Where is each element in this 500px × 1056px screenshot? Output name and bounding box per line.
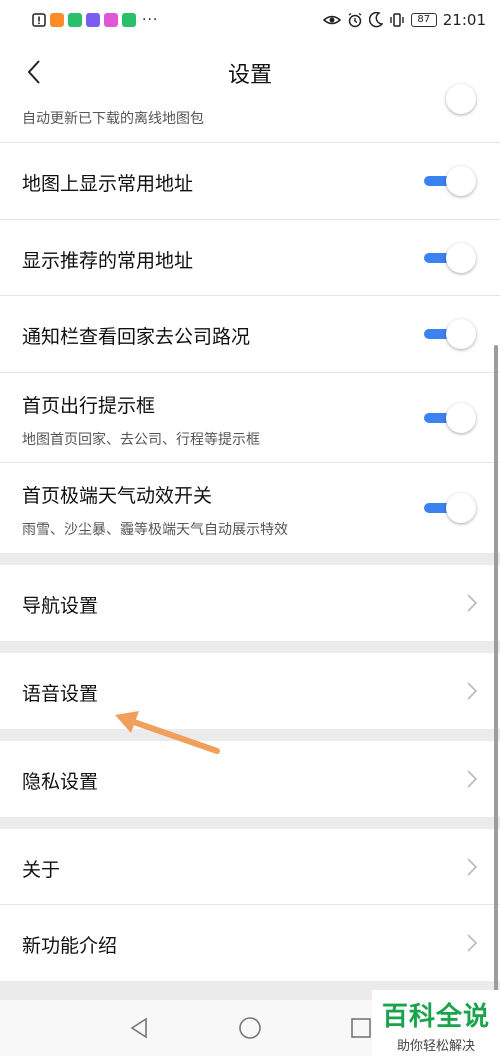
overflow-indicator: ··· — [142, 12, 159, 28]
settings-list: 自动更新已下载的离线地图包 地图上显示常用地址 显示推荐的常用地址 通知栏查看回… — [0, 84, 500, 981]
nav-home-icon[interactable] — [238, 1016, 262, 1040]
toggle-knob — [446, 243, 476, 273]
eye-icon — [322, 13, 341, 27]
nav-row-about[interactable]: 关于 — [0, 829, 500, 905]
toggle-row-commute-traffic[interactable]: 通知栏查看回家去公司路况 — [0, 296, 500, 373]
chevron-right-icon — [467, 682, 478, 700]
toggle-switch[interactable] — [422, 402, 478, 434]
toggle-switch[interactable] — [422, 242, 478, 274]
section-gap — [0, 553, 500, 565]
vibrate-icon — [389, 12, 405, 28]
row-label: 通知栏查看回家去公司路况 — [22, 326, 251, 348]
app-icon-purple — [86, 13, 100, 27]
offline-map-update-row[interactable]: 自动更新已下载的离线地图包 — [0, 84, 500, 143]
row-label: 语音设置 — [22, 683, 99, 705]
back-button[interactable] — [14, 52, 54, 92]
watermark: 百科全说 助你轻松解决 — [372, 990, 500, 1056]
offline-map-update-toggle[interactable] — [422, 84, 478, 116]
toggle-row-recommended-address[interactable]: 显示推荐的常用地址 — [0, 220, 500, 296]
nav-recents-icon[interactable] — [349, 1016, 373, 1040]
nav-row-voice-settings[interactable]: 语音设置 — [0, 653, 500, 729]
toggle-switch[interactable] — [422, 165, 478, 197]
section-gap — [0, 817, 500, 829]
scrollbar[interactable] — [494, 345, 498, 1000]
nav-row-new-features[interactable]: 新功能介绍 — [0, 905, 500, 981]
chevron-right-icon — [467, 858, 478, 876]
toggle-switch[interactable] — [422, 492, 478, 524]
app-icon-orange — [50, 13, 64, 27]
toggle-switch[interactable] — [422, 318, 478, 350]
row-label: 关于 — [22, 859, 61, 881]
nav-back-icon[interactable] — [127, 1016, 151, 1040]
toggle-knob — [446, 493, 476, 523]
toggle-row-extreme-weather[interactable]: 首页极端天气动效开关 雨雪、沙尘暴、霾等极端天气自动展示特效 — [0, 463, 500, 553]
nav-row-navigation-settings[interactable]: 导航设置 — [0, 565, 500, 641]
row-subtitle: 雨雪、沙尘暴、霾等极端天气自动展示特效 — [22, 522, 288, 538]
toggle-row-show-common-address[interactable]: 地图上显示常用地址 — [0, 143, 500, 220]
toggle-knob — [446, 319, 476, 349]
alert-icon — [32, 13, 46, 27]
row-subtitle: 地图首页回家、去公司、行程等提示框 — [22, 432, 260, 448]
status-bar: ··· 87 21:01 — [0, 0, 500, 40]
battery-icon: 87 — [410, 13, 437, 27]
moon-icon — [368, 12, 383, 28]
section-gap — [0, 729, 500, 741]
system-status: 87 21:01 — [322, 11, 486, 29]
toggle-row-travel-tips[interactable]: 首页出行提示框 地图首页回家、去公司、行程等提示框 — [0, 373, 500, 463]
row-label: 导航设置 — [22, 595, 99, 617]
chevron-right-icon — [467, 770, 478, 788]
row-label: 首页极端天气动效开关 — [22, 485, 213, 507]
chevron-right-icon — [467, 594, 478, 612]
toggle-knob — [446, 403, 476, 433]
app-icon-green — [68, 13, 82, 27]
app-icon-pink — [104, 13, 118, 27]
notification-icons: ··· — [32, 12, 158, 28]
clock: 21:01 — [442, 11, 486, 29]
row-label: 首页出行提示框 — [22, 395, 156, 417]
nav-row-privacy-settings[interactable]: 隐私设置 — [0, 741, 500, 817]
watermark-title: 百科全说 — [381, 1002, 490, 1032]
annotation-arrow-icon — [115, 711, 220, 754]
row-label: 新功能介绍 — [22, 935, 118, 957]
toggle-knob — [446, 166, 476, 196]
section-gap — [0, 641, 500, 653]
app-icon-green-2 — [122, 13, 136, 27]
row-label: 地图上显示常用地址 — [22, 173, 194, 195]
chevron-left-icon — [27, 60, 40, 84]
row-subtitle: 自动更新已下载的离线地图包 — [22, 111, 204, 127]
watermark-subtitle: 助你轻松解决 — [396, 1039, 475, 1054]
page-title: 设置 — [227, 63, 272, 88]
alarm-icon — [347, 12, 363, 28]
toggle-knob — [446, 84, 476, 114]
chevron-right-icon — [467, 934, 478, 952]
row-label: 隐私设置 — [22, 771, 99, 793]
row-label: 显示推荐的常用地址 — [22, 250, 194, 272]
